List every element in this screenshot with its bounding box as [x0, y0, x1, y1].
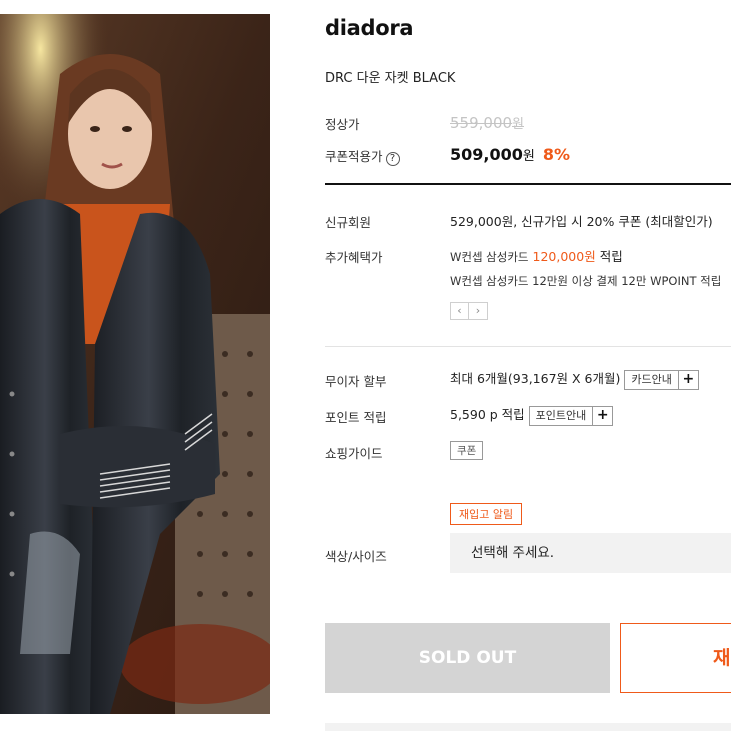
extra-benefit-label: 추가혜택가 [325, 250, 383, 265]
restock-button[interactable]: 재입고 알림 [620, 623, 731, 693]
regular-price: 559,000원 [450, 113, 524, 132]
brand-name[interactable]: diadora [325, 16, 414, 40]
points-text: 5,590 p 적립 [450, 407, 525, 422]
new-member-label: 신규회원 [325, 215, 372, 230]
bottom-panel [325, 723, 731, 731]
shopping-guide-label: 쇼핑가이드 [325, 446, 383, 461]
plus-icon: + [592, 406, 612, 425]
extra-benefit-suffix: 적립 [599, 249, 623, 264]
discount-rate: 8% [542, 145, 571, 164]
restock-alert-button[interactable]: 재입고 알림 [450, 503, 523, 525]
point-guide-label: 포인트안내 [535, 408, 587, 422]
points-row: 5,590 p 적립 포인트안내 + [450, 404, 614, 426]
product-image [0, 14, 270, 714]
benefit-divider [325, 346, 731, 347]
price-divider [325, 183, 731, 185]
regular-price-label: 정상가 [325, 117, 360, 132]
installment-text: 최대 6개월(93,167원 X 6개월) [450, 371, 621, 386]
new-member-benefit: 529,000원, 신규가입 시 20% 쿠폰 (최대할인가) [450, 214, 713, 229]
regular-price-value: 559,000 [450, 114, 513, 132]
plus-icon: + [677, 370, 698, 389]
points-label: 포인트 적립 [325, 410, 387, 425]
card-guide-label: 카드안내 [631, 372, 672, 386]
pager-prev-button[interactable]: ‹ [450, 302, 469, 320]
extra-benefit: W컨셉 삼성카드 120,000원 적립 [450, 246, 623, 265]
installment-row: 최대 6개월(93,167원 X 6개월) 카드안내 + [450, 368, 699, 390]
color-size-label: 색상/사이즈 [325, 549, 387, 564]
installment-label: 무이자 할부 [325, 374, 387, 389]
help-icon[interactable]: ? [385, 152, 400, 166]
sale-price: 509,000원 8% [450, 145, 570, 164]
card-guide-button[interactable]: 카드안내 + [624, 369, 699, 390]
sold-out-button: SOLD OUT [325, 623, 610, 693]
sale-price-unit: 원 [522, 149, 535, 164]
benefit-pager: ‹ › [450, 302, 488, 320]
sale-price-value: 509,000 [450, 145, 523, 164]
pager-next-button[interactable]: › [469, 302, 488, 320]
coupon-price-label: 쿠폰적용가 [325, 149, 383, 164]
coupon-tag[interactable]: 쿠폰 [450, 441, 484, 460]
regular-price-unit: 원 [512, 117, 524, 132]
point-guide-button[interactable]: 포인트안내 + [528, 405, 614, 426]
extra-benefit-prefix: W컨셉 삼성카드 [450, 250, 529, 264]
extra-benefit-note: W컨셉 삼성카드 12만원 이상 결제 12만 WPOINT 적립 [450, 274, 722, 288]
product-name: DRC 다운 자켓 BLACK [325, 71, 456, 86]
color-size-select[interactable]: 선택해 주세요. [450, 533, 731, 573]
extra-benefit-amount: 120,000원 [532, 249, 596, 264]
coupon-price-label-row: 쿠폰적용가? [325, 146, 400, 166]
